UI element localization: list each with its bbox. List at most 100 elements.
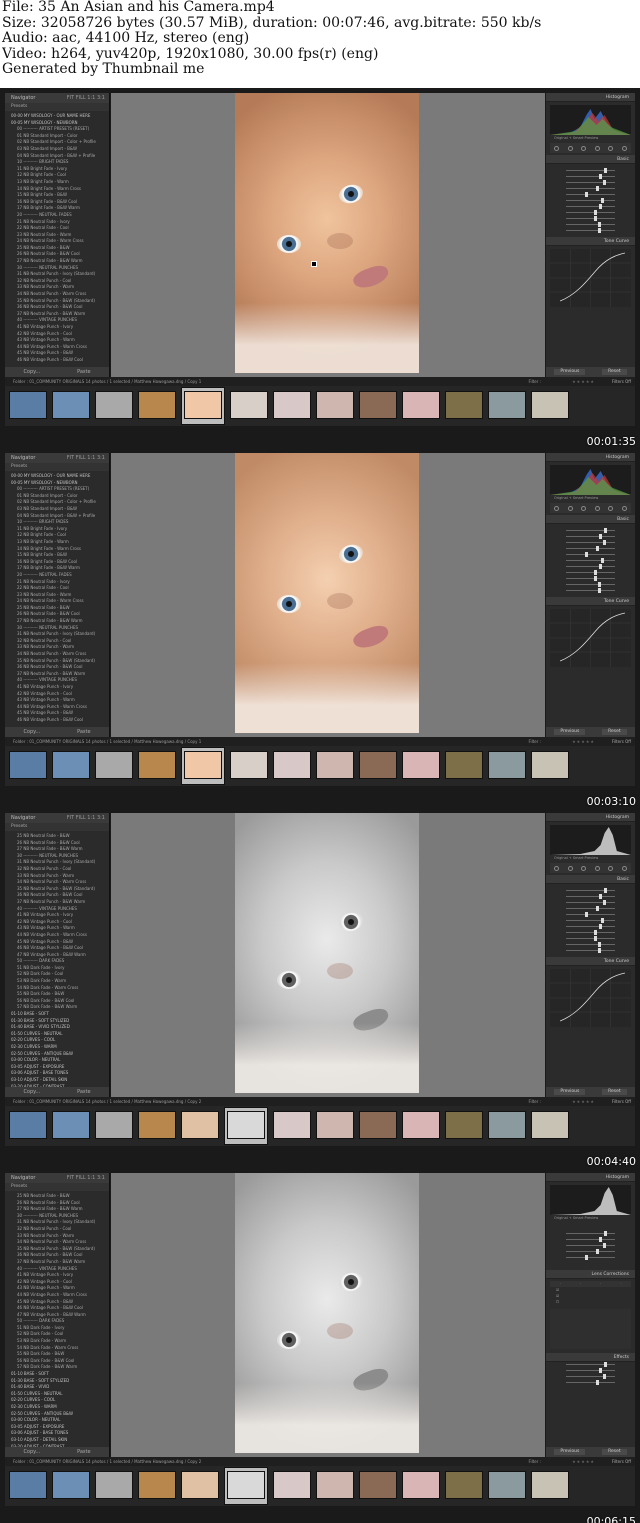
- spot-removal-icon[interactable]: [567, 145, 573, 151]
- adjust-slider[interactable]: [566, 216, 629, 221]
- preset-item[interactable]: 34 NB Neutral Punch - Warm Cross: [5, 291, 109, 298]
- preset-item[interactable]: 31 NB Neutral Punch - Ivory (Standard): [5, 631, 109, 638]
- preset-item[interactable]: 43 NB Vintage Punch - Warm: [5, 925, 109, 932]
- preset-item[interactable]: 40 ---------- VINTAGE PUNCHES: [5, 1266, 109, 1273]
- filmstrip-thumbnail[interactable]: [184, 751, 222, 779]
- filmstrip-thumbnail[interactable]: [488, 751, 526, 779]
- preset-item[interactable]: 03-05 ADJUST - EXPOSURE: [5, 1064, 109, 1071]
- filmstrip-thumbnail[interactable]: [227, 1111, 265, 1139]
- preset-item[interactable]: 24 NB Neutral Fade - Warm Cross: [5, 238, 109, 245]
- filmstrip-thumbnail[interactable]: [95, 1471, 133, 1499]
- adjust-slider[interactable]: [566, 1243, 629, 1248]
- spot-removal-icon[interactable]: [567, 865, 573, 871]
- preset-item[interactable]: 54 NB Dark Fade - Warm Cross: [5, 1345, 109, 1352]
- preset-item[interactable]: 25 NB Neutral Fade - B&W: [5, 1193, 109, 1200]
- paste-button[interactable]: Paste: [77, 1447, 91, 1457]
- rating-filter[interactable]: ★★★★★: [572, 737, 595, 746]
- adjust-slider[interactable]: [566, 1237, 629, 1242]
- zoom-options[interactable]: FIT FILL 1:1 3:1: [67, 813, 105, 823]
- radial-filter-icon[interactable]: [608, 865, 614, 871]
- filmstrip-thumbnail[interactable]: [181, 1471, 219, 1499]
- paste-button[interactable]: Paste: [77, 1087, 91, 1097]
- previous-button[interactable]: Previous: [554, 1089, 586, 1095]
- adjust-slider[interactable]: [566, 540, 629, 545]
- adjust-slider[interactable]: [566, 912, 629, 917]
- adjust-slider[interactable]: [566, 558, 629, 563]
- preset-item[interactable]: 13 NB Bright Fade - Warm: [5, 179, 109, 186]
- preset-item[interactable]: 50 ---------- DARK FADES: [5, 1318, 109, 1325]
- crop-icon[interactable]: [554, 505, 560, 511]
- preset-item[interactable]: 31 NB Neutral Punch - Ivory (Standard): [5, 859, 109, 866]
- filmstrip-thumbnail[interactable]: [52, 751, 90, 779]
- preset-item[interactable]: 35 NB Neutral Punch - B&W (Standard): [5, 1246, 109, 1253]
- reset-button[interactable]: Reset: [602, 1449, 627, 1455]
- preset-item[interactable]: 36 NB Neutral Punch - B&W Cool: [5, 304, 109, 311]
- preset-item[interactable]: 31 NB Neutral Punch - Ivory (Standard): [5, 271, 109, 278]
- preset-item[interactable]: 03-05 ADJUST - EXPOSURE: [5, 1424, 109, 1431]
- tool-strip[interactable]: [550, 863, 631, 873]
- graduated-filter-icon[interactable]: [594, 865, 600, 871]
- tone-curve-graph[interactable]: [550, 249, 631, 307]
- preset-item[interactable]: 44 NB Vintage Punch - Warm Cross: [5, 1292, 109, 1299]
- adjust-slider[interactable]: [566, 198, 629, 203]
- paste-button[interactable]: Paste: [77, 727, 91, 737]
- graduated-filter-icon[interactable]: [594, 505, 600, 511]
- previous-button[interactable]: Previous: [554, 1449, 586, 1455]
- adjust-slider[interactable]: [566, 1362, 629, 1367]
- preset-item[interactable]: 00-00 MY WISOLOGY - OUR NAME HERE: [5, 113, 109, 120]
- adjust-slider[interactable]: [566, 180, 629, 185]
- adjust-slider[interactable]: [566, 948, 629, 953]
- filmstrip-thumbnail[interactable]: [95, 1111, 133, 1139]
- photo-canvas[interactable]: [111, 453, 545, 737]
- tone-curve-header[interactable]: Tone Curve: [546, 957, 635, 966]
- adjust-slider[interactable]: [566, 210, 629, 215]
- filmstrip-thumbnail[interactable]: [402, 1111, 440, 1139]
- preset-item[interactable]: 04 NB Standard Import - B&W + Profile: [5, 513, 109, 520]
- zoom-options[interactable]: FIT FILL 1:1 3:1: [67, 93, 105, 103]
- zoom-options[interactable]: FIT FILL 1:1 3:1: [67, 453, 105, 463]
- preset-item[interactable]: 57 NB Dark Fade - B&W Warm: [5, 1004, 109, 1011]
- preset-item[interactable]: 23 NB Neutral Fade - Warm: [5, 592, 109, 599]
- preset-item[interactable]: 47 NB Vintage Punch - B&W Warm: [5, 1312, 109, 1319]
- preset-item[interactable]: 51 NB Dark Fade - Ivory: [5, 965, 109, 972]
- preset-item[interactable]: 42 NB Vintage Punch - Cool: [5, 919, 109, 926]
- filmstrip-thumbnail[interactable]: [445, 1471, 483, 1499]
- filmstrip-thumbnail[interactable]: [445, 391, 483, 419]
- preset-item[interactable]: 00-00 MY WISOLOGY - OUR NAME HERE: [5, 473, 109, 480]
- preset-item[interactable]: 46 NB Vintage Punch - B&W Cool: [5, 945, 109, 952]
- preset-item[interactable]: 30 ---------- NEUTRAL PUNCHES: [5, 265, 109, 272]
- preset-item[interactable]: 20 ---------- NEUTRAL FADES: [5, 212, 109, 219]
- filters-off-dropdown[interactable]: Filters Off: [612, 737, 631, 746]
- filmstrip-thumbnail[interactable]: [359, 391, 397, 419]
- adjust-slider[interactable]: [566, 564, 629, 569]
- preset-item[interactable]: 34 NB Neutral Punch - Warm Cross: [5, 879, 109, 886]
- histogram-header[interactable]: Histogram: [546, 813, 635, 822]
- graduated-filter-icon[interactable]: [594, 145, 600, 151]
- adjust-slider[interactable]: [566, 174, 629, 179]
- filmstrip-thumbnail[interactable]: [402, 1471, 440, 1499]
- preset-item[interactable]: 10 ---------- BRIGHT FADES: [5, 519, 109, 526]
- tone-curve[interactable]: [550, 969, 631, 1027]
- filmstrip-thumbnail[interactable]: [531, 751, 569, 779]
- previous-button[interactable]: Previous: [554, 369, 586, 375]
- preset-item[interactable]: 26 NB Neutral Fade - B&W Cool: [5, 251, 109, 258]
- copy-button[interactable]: Copy...: [23, 1087, 40, 1097]
- filters-off-dropdown[interactable]: Filters Off: [612, 1457, 631, 1466]
- adjust-slider[interactable]: [566, 942, 629, 947]
- presets-list[interactable]: 00-00 MY WISOLOGY - OUR NAME HERE 00-05 M…: [5, 111, 109, 367]
- filmstrip[interactable]: [5, 746, 635, 786]
- preset-item[interactable]: 01 NB Standard Import - Color: [5, 493, 109, 500]
- preset-item[interactable]: 56 NB Dark Fade - B&W Cool: [5, 1358, 109, 1365]
- preset-item[interactable]: 02-30 CURVES - WARM: [5, 1044, 109, 1051]
- preset-item[interactable]: 42 NB Vintage Punch - Cool: [5, 691, 109, 698]
- adjust-slider[interactable]: [566, 1255, 629, 1260]
- radial-filter-icon[interactable]: [608, 505, 614, 511]
- preset-item[interactable]: 30 ---------- NEUTRAL PUNCHES: [5, 853, 109, 860]
- preset-item[interactable]: 03-10 ADJUST - DETAIL SKIN: [5, 1437, 109, 1444]
- preset-item[interactable]: 13 NB Bright Fade - Warm: [5, 539, 109, 546]
- preset-item[interactable]: 01-50 CURVES - NEUTRAL: [5, 1031, 109, 1038]
- filmstrip-thumbnail[interactable]: [230, 751, 268, 779]
- preset-item[interactable]: 55 NB Dark Fade - B&W: [5, 991, 109, 998]
- preset-item[interactable]: 56 NB Dark Fade - B&W Cool: [5, 998, 109, 1005]
- preset-item[interactable]: 03 NB Standard Import - B&W: [5, 146, 109, 153]
